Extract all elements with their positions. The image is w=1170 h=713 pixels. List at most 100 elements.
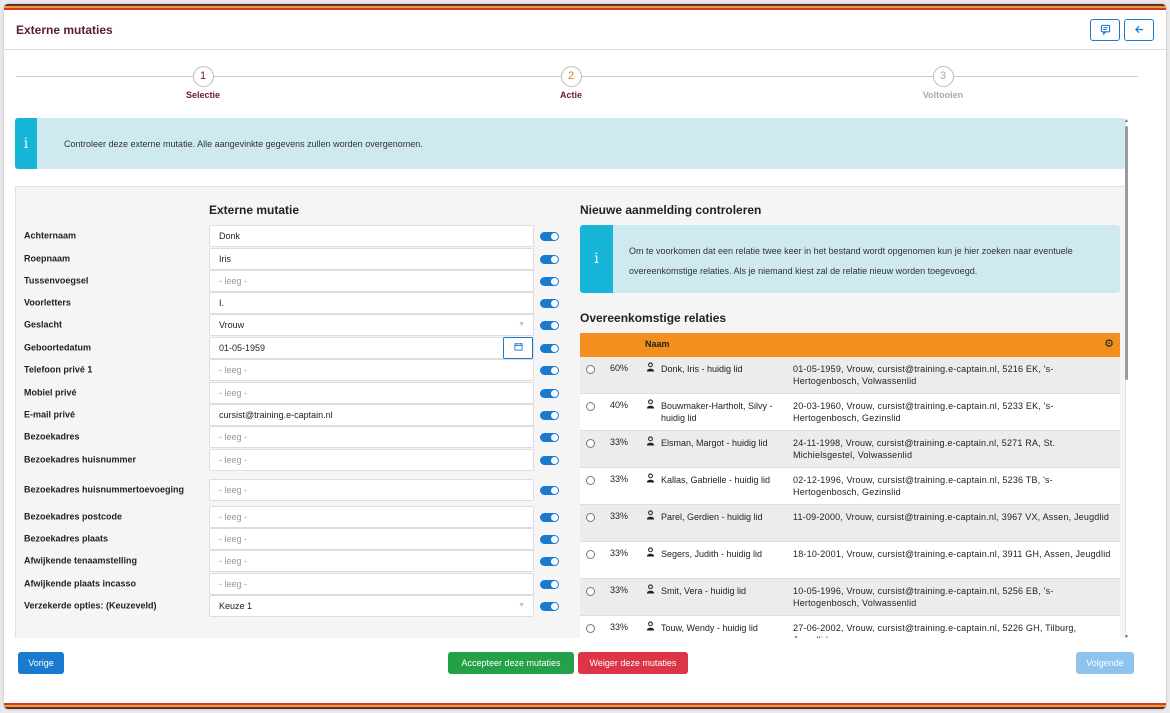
select-radio[interactable]: [586, 513, 595, 522]
include-toggle[interactable]: [540, 433, 559, 442]
chevron-down-icon[interactable]: ▼: [518, 596, 525, 616]
field-label: Bezoekadres: [24, 431, 80, 442]
relation-name[interactable]: Kallas, Gabrielle - huidig lid: [661, 474, 786, 486]
table-row[interactable]: 33% Parel, Gerdien - huidig lid 11-09-2000…: [580, 505, 1120, 542]
field-input[interactable]: - leeg -: [209, 359, 534, 381]
field-row: Verzekerde opties: (Keuzeveld) Keuze 1 ▼: [16, 595, 566, 617]
field-input[interactable]: - leeg -: [209, 528, 534, 550]
relation-name[interactable]: Touw, Wendy - huidig lid: [661, 622, 786, 634]
field-value: - leeg -: [219, 432, 248, 442]
relation-name[interactable]: Donk, Iris - huidig lid: [661, 363, 786, 375]
field-input[interactable]: - leeg -: [209, 449, 534, 471]
field-input[interactable]: Donk: [209, 225, 534, 247]
scroll-up-icon[interactable]: ▲: [1124, 118, 1129, 124]
field-value: - leeg -: [219, 388, 248, 398]
include-toggle[interactable]: [540, 389, 559, 398]
include-toggle[interactable]: [540, 580, 559, 589]
step-number: 3: [932, 66, 954, 87]
relation-name[interactable]: Bouwmaker-Hartholt, Silvy - huidig lid: [661, 400, 786, 424]
duplicate-info-alert: i Om te voorkomen dat een relatie twee k…: [580, 225, 1120, 293]
include-toggle[interactable]: [540, 277, 559, 286]
include-toggle[interactable]: [540, 321, 559, 330]
table-row[interactable]: 33% Smit, Vera - huidig lid 10-05-1996, Vr…: [580, 579, 1120, 616]
reject-mutations-button[interactable]: Weiger deze mutaties: [578, 652, 688, 674]
info-icon: i: [15, 118, 37, 169]
relation-details: 18-10-2001, Vrouw, cursist@training.e-ca…: [793, 549, 1111, 559]
include-toggle[interactable]: [540, 411, 559, 420]
chevron-down-icon[interactable]: ▼: [518, 315, 525, 335]
field-row: Geboortedatum 01-05-1959: [16, 337, 566, 359]
previous-button[interactable]: Vorige: [18, 652, 64, 674]
include-toggle[interactable]: [540, 344, 559, 353]
relation-details: 27-06-2002, Vrouw, cursist@training.e-ca…: [793, 623, 1077, 638]
field-row: Roepnaam Iris: [16, 248, 566, 270]
table-row[interactable]: 33% Segers, Judith - huidig lid 18-10-2001…: [580, 542, 1120, 579]
field-value: - leeg -: [219, 276, 248, 286]
scrollbar-thumb[interactable]: [1125, 126, 1128, 380]
select-radio[interactable]: [586, 587, 595, 596]
field-input[interactable]: Iris: [209, 248, 534, 270]
field-input[interactable]: - leeg -: [209, 573, 534, 595]
person-icon: [646, 399, 655, 411]
include-toggle[interactable]: [540, 366, 559, 375]
relation-name[interactable]: Parel, Gerdien - huidig lid: [661, 511, 786, 523]
field-row: Achternaam Donk: [16, 225, 566, 247]
vertical-scrollbar[interactable]: ▲ ▼: [1124, 118, 1130, 640]
column-header-naam[interactable]: Naam: [645, 339, 670, 349]
select-radio[interactable]: [586, 439, 595, 448]
table-row[interactable]: 60% Donk, Iris - huidig lid 01-05-1959, Vr…: [580, 357, 1120, 394]
field-input[interactable]: - leeg -: [209, 382, 534, 404]
gear-icon[interactable]: ⚙: [1104, 337, 1114, 350]
step-voltooien[interactable]: 3 Voltooien: [883, 66, 1003, 100]
select-radio[interactable]: [586, 402, 595, 411]
include-toggle[interactable]: [540, 557, 559, 566]
calendar-icon[interactable]: [503, 337, 533, 359]
include-toggle[interactable]: [540, 513, 559, 522]
info-text: Controleer deze externe mutatie. Alle aa…: [64, 138, 423, 149]
accept-mutations-button[interactable]: Accepteer deze mutaties: [448, 652, 574, 674]
match-percentage: 33%: [610, 511, 629, 521]
include-toggle[interactable]: [540, 299, 559, 308]
table-row[interactable]: 33% Kallas, Gabrielle - huidig lid 02-12-1…: [580, 468, 1120, 505]
field-input[interactable]: I.: [209, 292, 534, 314]
external-mutation-heading: Externe mutatie: [209, 203, 300, 217]
page-title: Externe mutaties: [16, 22, 113, 37]
include-toggle[interactable]: [540, 486, 559, 495]
field-input[interactable]: cursist@training.e-captain.nl: [209, 404, 534, 426]
include-toggle[interactable]: [540, 255, 559, 264]
table-row[interactable]: 33% Elsman, Margot - huidig lid 24-11-1998…: [580, 431, 1120, 468]
field-label: Voorletters: [24, 297, 71, 308]
field-input[interactable]: - leeg -: [209, 270, 534, 292]
content-scroll-area[interactable]: i Controleer deze externe mutatie. Alle …: [4, 112, 1166, 638]
field-label: Geslacht: [24, 319, 63, 330]
select-radio[interactable]: [586, 624, 595, 633]
field-input[interactable]: - leeg -: [209, 479, 534, 501]
relation-name[interactable]: Segers, Judith - huidig lid: [661, 548, 786, 560]
field-input[interactable]: - leeg -: [209, 426, 534, 448]
match-percentage: 40%: [610, 400, 629, 410]
select-radio[interactable]: [586, 550, 595, 559]
include-toggle[interactable]: [540, 535, 559, 544]
matching-relations-heading: Overeenkomstige relaties: [580, 311, 727, 325]
select-radio[interactable]: [586, 476, 595, 485]
table-row[interactable]: 40% Bouwmaker-Hartholt, Silvy - huidig li…: [580, 394, 1120, 431]
next-button[interactable]: Volgende: [1076, 652, 1134, 674]
comment-button[interactable]: [1090, 18, 1120, 41]
step-selectie[interactable]: 1 Selectie: [143, 66, 263, 100]
scroll-down-icon[interactable]: ▼: [1124, 634, 1129, 640]
step-actie[interactable]: 2 Actie: [511, 66, 631, 100]
field-input[interactable]: 01-05-1959: [209, 337, 534, 359]
table-row[interactable]: 33% Touw, Wendy - huidig lid 27-06-2002, V…: [580, 616, 1120, 638]
include-toggle[interactable]: [540, 232, 559, 241]
include-toggle[interactable]: [540, 602, 559, 611]
relation-name[interactable]: Smit, Vera - huidig lid: [661, 585, 786, 597]
field-input[interactable]: - leeg -: [209, 506, 534, 528]
back-button[interactable]: [1124, 18, 1154, 41]
select-radio[interactable]: [586, 365, 595, 374]
field-input[interactable]: Vrouw ▼: [209, 314, 534, 336]
field-input[interactable]: Keuze 1 ▼: [209, 595, 534, 617]
field-label: E-mail privé: [24, 409, 76, 420]
field-input[interactable]: - leeg -: [209, 550, 534, 572]
relation-name[interactable]: Elsman, Margot - huidig lid: [661, 437, 786, 449]
include-toggle[interactable]: [540, 456, 559, 465]
